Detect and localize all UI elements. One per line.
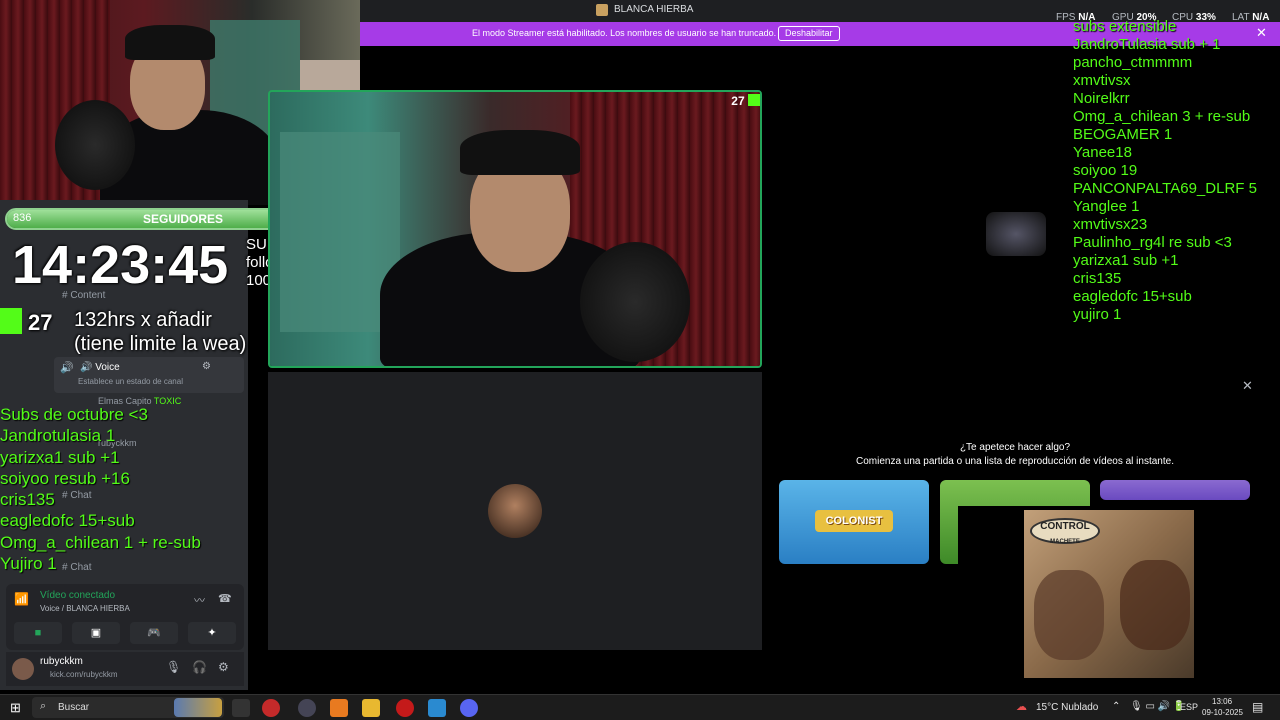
- list-item: Yujiro 1: [0, 554, 57, 574]
- list-item: eagledofc 15+sub: [1073, 288, 1192, 305]
- window-title: BLANCA HIERBA: [614, 4, 694, 15]
- hours-line-1: 132hrs x añadir: [74, 309, 212, 331]
- noise-suppression-icon[interactable]: 〰: [194, 592, 205, 608]
- list-item: PANCONPALTA69_DLRF 5: [1073, 180, 1257, 197]
- list-item: soiyoo 19: [1073, 162, 1138, 179]
- username: rubyckkm: [40, 656, 83, 667]
- signal-icon: 📶: [14, 592, 29, 606]
- task-view-icon[interactable]: [232, 699, 250, 717]
- list-item: Omg_a_chilean 3 + re-sub: [1073, 108, 1251, 125]
- avatar[interactable]: [12, 658, 34, 680]
- voice-status: Vídeo conectado: [40, 590, 116, 601]
- discord-icon[interactable]: [460, 699, 478, 717]
- app-obs-icon[interactable]: [298, 699, 316, 717]
- list-item: eagledofc 15+sub: [0, 511, 135, 531]
- banner-close-icon[interactable]: ✕: [1256, 25, 1267, 41]
- app-opera-icon[interactable]: [262, 699, 280, 717]
- suggestion-subtitle: Comienza una partida o una lista de repr…: [856, 456, 1174, 467]
- app-red-icon[interactable]: [396, 699, 414, 717]
- list-item: cris135: [1073, 270, 1122, 287]
- disconnect-icon[interactable]: ☎: [218, 592, 232, 605]
- voice-connection-panel: 📶 Vídeo conectado Voice / BLANCA HIERBA …: [6, 584, 244, 650]
- search-icon: ⌕: [40, 700, 47, 712]
- clock-date[interactable]: 09-10-2025: [1202, 708, 1243, 717]
- kick-count: 27: [28, 310, 53, 335]
- list-item: Yanee18: [1073, 144, 1132, 161]
- album-art-overlay: CONTROL MACHETE: [958, 506, 1200, 680]
- app-launcher-icon[interactable]: [330, 699, 348, 717]
- language-indicator[interactable]: ESP: [1180, 702, 1198, 712]
- tray-chevron-icon[interactable]: ⌃: [1112, 701, 1120, 712]
- gear-icon[interactable]: ⚙: [218, 660, 229, 674]
- voice-channel-name: 🔊 Voice: [80, 362, 120, 373]
- microphone-icon[interactable]: 🎙: [166, 660, 181, 674]
- voice-channel-active[interactable]: 🔊 🔊 Voice Establece un estado de canal ⚙: [54, 357, 244, 393]
- list-item: Jandrotulasia 1: [0, 426, 116, 446]
- camera-button[interactable]: ■: [14, 622, 62, 644]
- game-card-3[interactable]: [1100, 480, 1250, 500]
- list-item: cris135: [0, 490, 55, 510]
- list-item: xmvtivsx23: [1073, 216, 1148, 233]
- search-placeholder: Buscar: [58, 702, 90, 713]
- list-item: yarizxa1 sub +1: [1073, 252, 1179, 269]
- app-icon: [596, 4, 608, 16]
- search-highlight-image: [174, 698, 222, 717]
- clock-time[interactable]: 13:06: [1212, 697, 1232, 706]
- screen-share-button[interactable]: ▣: [72, 622, 120, 644]
- followers-label: SEGUIDORES: [143, 212, 224, 226]
- subathon-timer: 14:23:45: [12, 235, 229, 295]
- album-logo: CONTROL MACHETE: [1030, 518, 1100, 545]
- user-panel: rubyckkm kick.com/rubyckkm 🎙 🎧 ⚙: [6, 652, 244, 686]
- streaming-icon: [986, 212, 1046, 256]
- list-item: yujiro 1: [1073, 306, 1122, 323]
- list-item: yarizxa1 sub +1: [0, 447, 120, 467]
- list-item: xmvtivsx: [1073, 72, 1131, 89]
- notifications-icon[interactable]: ▤: [1252, 700, 1263, 714]
- subs-october-list: Subs de octubre <3 Jandrotulasia 1 yariz…: [0, 404, 201, 574]
- subs-extensible-list: subs extensible JandroTulasia sub + 1 pa…: [1073, 18, 1257, 324]
- voice-channel-status: Establece un estado de canal: [78, 377, 183, 386]
- list-item: soiyoo resub +16: [0, 468, 130, 488]
- kick-logo-icon: [748, 94, 760, 106]
- hours-note: 132hrs x añadir (tiene limite la wea): [74, 308, 246, 356]
- taskbar-search[interactable]: ⌕ Buscar: [32, 697, 224, 718]
- suggestion-title: ¿Te apetece hacer algo?: [959, 442, 1071, 453]
- channel-settings-icon[interactable]: ⚙: [202, 361, 211, 372]
- banner-message: El modo Streamer está habilitado. Los no…: [472, 28, 777, 38]
- list-item: BEOGAMER 1: [1073, 126, 1173, 143]
- list-item: Paulinho_rg4l re sub <3: [1073, 234, 1232, 251]
- video-tile-user[interactable]: [268, 372, 762, 650]
- microsoft-store-icon[interactable]: [428, 699, 446, 717]
- followers-current: 836: [13, 212, 32, 224]
- weather-icon: ☁: [1016, 701, 1027, 713]
- list-item: JandroTulasia sub + 1: [1073, 36, 1221, 53]
- kick-logo-icon: [0, 308, 22, 334]
- tray-icons[interactable]: 🎙 ▭ 🔊 🔋: [1130, 701, 1185, 712]
- voice-location: Voice / BLANCA HIERBA: [40, 604, 130, 613]
- user-avatar: [488, 484, 542, 538]
- game-card-colonist[interactable]: COLONIST: [779, 480, 929, 564]
- activity-button[interactable]: 🎮: [130, 622, 178, 644]
- list-item: Omg_a_chilean 1 + re-sub: [0, 532, 201, 552]
- headphones-icon[interactable]: 🎧: [192, 660, 207, 674]
- list-item: Yanglee 1: [1073, 198, 1140, 215]
- game-title: COLONIST: [815, 510, 893, 532]
- speaker-icon: 🔊: [60, 362, 74, 374]
- weather-text[interactable]: 15°C Nublado: [1036, 702, 1098, 713]
- file-explorer-icon[interactable]: [362, 699, 380, 717]
- suggestion-close-icon[interactable]: ✕: [1242, 378, 1253, 394]
- kick-count-badge: 27: [724, 94, 760, 110]
- list-item: Noirelkrr: [1073, 90, 1130, 107]
- video-tile-streamer[interactable]: 27: [268, 90, 762, 368]
- windows-taskbar: ⊞ ⌕ Buscar ☁ 15°C Nublado ⌃ 🎙 ▭ 🔊 🔋 ESP …: [0, 694, 1280, 720]
- subs-october-title: Subs de octubre <3: [0, 405, 148, 424]
- disable-streamer-mode-button[interactable]: Deshabilitar: [778, 26, 840, 41]
- windows-start-icon[interactable]: ⊞: [10, 700, 21, 716]
- user-status: kick.com/rubyckkm: [50, 670, 118, 679]
- hours-line-2: (tiene limite la wea): [74, 333, 247, 355]
- soundboard-button[interactable]: ✦: [188, 622, 236, 644]
- list-item: pancho_ctmmmm: [1073, 54, 1193, 71]
- subs-extensible-title: subs extensible: [1073, 18, 1177, 35]
